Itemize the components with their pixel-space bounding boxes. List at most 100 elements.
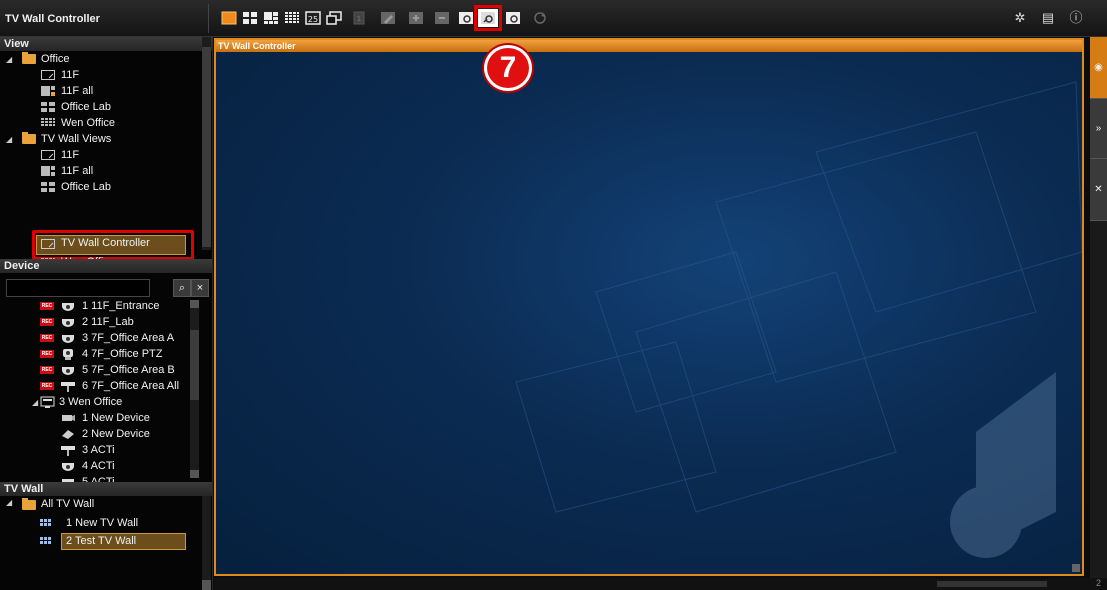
folder-icon [22, 132, 36, 144]
tree-label: All TV Wall [41, 498, 95, 510]
device-item[interactable]: REC 1 11F_Entrance [0, 298, 190, 314]
grid-2x2-icon [41, 182, 55, 192]
layout-disabled-button[interactable]: 1 [344, 9, 374, 27]
layout-4x4-button[interactable] [281, 9, 302, 27]
tree-folder-office[interactable]: ◢ Office [0, 51, 212, 67]
tvwall-send-button[interactable] [498, 9, 528, 27]
tree-label: 11F all [61, 85, 94, 97]
tvwall-icon [40, 537, 51, 544]
multi-view-icon [41, 86, 55, 96]
device-scrollbar-thumb[interactable] [190, 330, 199, 400]
tree-item-11f[interactable]: 11F [0, 147, 212, 163]
tab-view[interactable]: ◉ [1090, 37, 1107, 99]
ptz-camera-icon [63, 349, 73, 360]
device-item[interactable]: 1 New Device [0, 410, 190, 426]
tvwall-item[interactable]: 2 Test TV Wall [0, 534, 200, 550]
step-callout: 7 [484, 45, 532, 91]
device-item[interactable]: REC 3 7F_Office Area A [0, 330, 190, 346]
tab-tools[interactable]: ✕ [1090, 159, 1107, 221]
expand-arrow-icon[interactable]: ◢ [32, 395, 38, 411]
tvwall-send-icon [506, 12, 520, 24]
grid-2x2-icon [41, 102, 55, 112]
settings-icon[interactable]: ✲ [1013, 10, 1027, 26]
tvwall-icon [459, 12, 473, 24]
device-search-input[interactable] [6, 279, 150, 297]
device-item[interactable]: 5 ACTi [0, 474, 190, 482]
view-tree: ◢ Office 11F 11F all Office Lab Wen Offi… [0, 51, 212, 195]
tree-item-office-lab[interactable]: Office Lab [0, 179, 212, 195]
search-icon: ⌕ [178, 282, 186, 294]
zoom-slider[interactable] [937, 581, 1047, 587]
expand-arrow-icon[interactable]: ◢ [6, 52, 12, 68]
rec-badge: REC [40, 318, 54, 326]
tree-label: TV Wall Views [41, 133, 112, 145]
bullet-camera-icon [61, 382, 75, 392]
view-remove-button[interactable] [430, 9, 454, 27]
rec-badge: REC [40, 382, 54, 390]
box-camera-icon [62, 415, 75, 421]
device-item[interactable]: 4 ACTi [0, 458, 190, 474]
tvwall-scrollbar[interactable] [202, 496, 211, 590]
device-item[interactable]: REC 6 7F_Office Area All [0, 378, 190, 394]
device-label: 3 ACTi [82, 444, 115, 456]
dome-camera-icon [62, 303, 74, 311]
tree-item-office-lab[interactable]: Office Lab [0, 99, 212, 115]
device-label: 4 7F_Office PTZ [82, 348, 163, 360]
single-view-icon [221, 11, 236, 25]
tree-label: 11F all [61, 165, 94, 177]
tvwall-folder-all[interactable]: ◢ All TV Wall [0, 497, 200, 513]
device-item[interactable]: 3 ACTi [0, 442, 190, 458]
folder-icon [22, 498, 36, 510]
search-button[interactable]: ⌕ [173, 279, 191, 297]
app-title: TV Wall Controller [5, 13, 100, 25]
top-bar: TV Wall Controller 25 1 ✲ ▤ ⓘ [0, 0, 1107, 37]
grid-2x2-icon [242, 12, 257, 24]
document-icon[interactable]: ▤ [1041, 10, 1055, 26]
grid-4x4-icon [284, 12, 299, 23]
view-add-button[interactable] [402, 9, 430, 27]
multi-window-button[interactable] [323, 9, 344, 27]
layout-1x1-button[interactable] [218, 9, 239, 27]
tvwall-save-button[interactable] [474, 5, 502, 31]
tree-item-wen-office[interactable]: Wen Office [0, 115, 212, 131]
scroll-down-arrow-icon[interactable] [202, 580, 211, 590]
tree-item-11f[interactable]: 11F [0, 67, 212, 83]
single-view-icon [41, 70, 55, 80]
expand-arrow-icon[interactable]: ◢ [6, 498, 12, 507]
viewport-title: TV Wall Controller [216, 40, 1082, 52]
device-label: 5 ACTi [82, 476, 115, 482]
tvwall-viewport[interactable]: TV Wall Controller [214, 38, 1084, 576]
tree-item-11f-all[interactable]: 11F all [0, 83, 212, 99]
resize-grip-icon[interactable] [1072, 564, 1080, 572]
multi-window-icon [325, 11, 342, 25]
layout-3x3-button[interactable] [260, 9, 281, 27]
device-group-wen-office[interactable]: ◢ 3 Wen Office [0, 394, 190, 410]
tools-icon: ✕ [1094, 184, 1103, 195]
rec-badge: REC [40, 350, 54, 358]
scroll-up-arrow-icon[interactable] [190, 300, 199, 308]
tree-folder-tv-wall-views[interactable]: ◢ TV Wall Views [0, 131, 212, 147]
device-item[interactable]: 2 New Device [0, 426, 190, 442]
status-bar: 2 [214, 578, 1107, 590]
tree-item-11f-all[interactable]: 11F all [0, 163, 212, 179]
tvwall-item[interactable]: 1 New TV Wall [0, 516, 200, 532]
device-item[interactable]: REC 4 7F_Office PTZ [0, 346, 190, 362]
refresh-button[interactable] [528, 9, 552, 27]
layout-25-button[interactable]: 25 [302, 9, 323, 27]
eye-icon: ◉ [1094, 62, 1103, 73]
device-group-label: 3 Wen Office [59, 396, 123, 408]
layout-2x2-button[interactable] [239, 9, 260, 27]
device-scrollbar[interactable] [190, 300, 199, 478]
view-edit-button[interactable] [374, 9, 402, 27]
tab-expand[interactable]: » [1090, 99, 1107, 159]
tvwall-view-button[interactable] [454, 9, 478, 27]
tree-label: 11F [61, 149, 80, 161]
info-icon[interactable]: ⓘ [1069, 10, 1083, 26]
scroll-down-arrow-icon[interactable] [190, 470, 199, 478]
svg-text:25: 25 [307, 15, 317, 24]
device-item[interactable]: REC 5 7F_Office Area B [0, 362, 190, 378]
device-item[interactable]: REC 2 11F_Lab [0, 314, 190, 330]
clear-search-button[interactable]: × [191, 279, 209, 297]
left-panel: View ◢ Office 11F 11F all Office Lab Wen… [0, 37, 213, 590]
expand-arrow-icon[interactable]: ◢ [6, 132, 12, 148]
